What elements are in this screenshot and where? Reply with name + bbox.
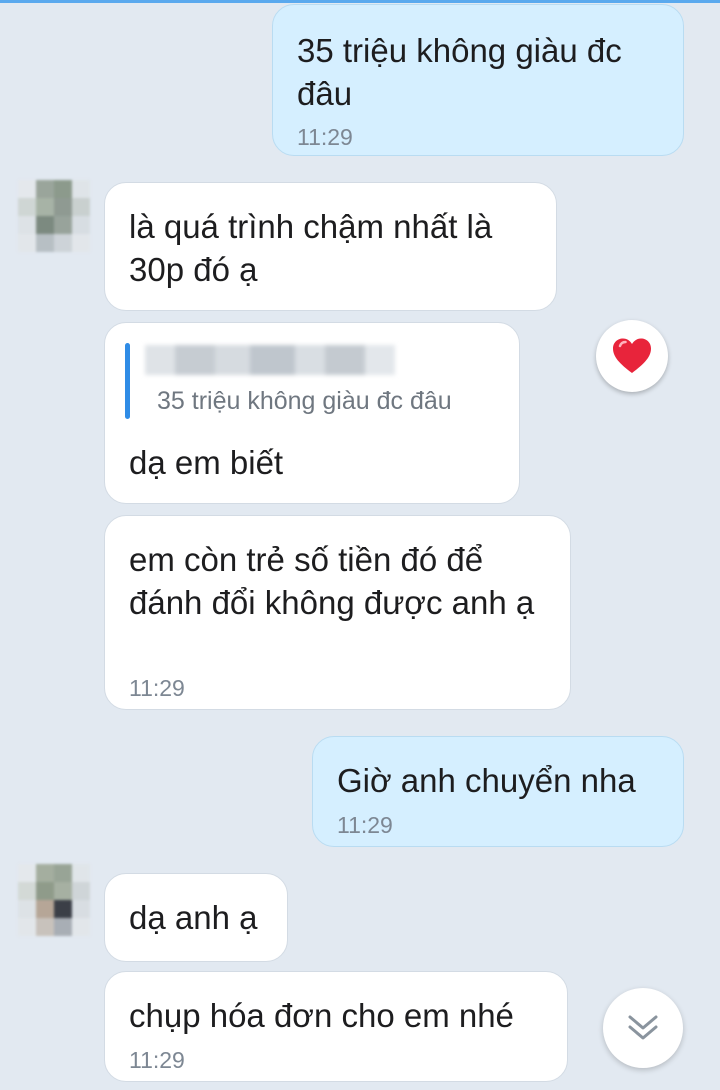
scroll-to-bottom-button[interactable] — [603, 988, 683, 1068]
message-time: 11:29 — [337, 812, 393, 838]
quote-accent-bar — [125, 343, 130, 419]
contact-avatar[interactable] — [18, 864, 90, 936]
reaction-button[interactable] — [596, 320, 668, 392]
message-text: dạ em biết — [129, 444, 284, 481]
message-time: 11:29 — [129, 675, 185, 701]
message-text: dạ anh ạ — [129, 899, 258, 936]
message-bubble-outgoing[interactable]: 35 triệu không giàu đc đâu 11:29 — [272, 4, 684, 156]
message-text: Giờ anh chuyển nha — [337, 762, 636, 799]
message-bubble-incoming[interactable]: là quá trình chậm nhất là 30p đó ạ — [104, 182, 557, 311]
message-time: 11:29 — [129, 1047, 185, 1073]
message-text: chụp hóa đơn cho em nhé — [129, 997, 514, 1034]
contact-avatar[interactable] — [18, 180, 90, 252]
message-bubble-incoming[interactable]: dạ anh ạ — [104, 873, 288, 962]
top-accent-line — [0, 0, 720, 3]
quoted-text: 35 triệu không giàu đc đâu — [157, 387, 452, 415]
message-bubble-outgoing[interactable]: Giờ anh chuyển nha 11:29 — [312, 736, 684, 847]
message-text: 35 triệu không giàu đc đâu — [297, 32, 622, 112]
heart-icon — [613, 338, 651, 373]
message-text: là quá trình chậm nhất là 30p đó ạ — [129, 208, 493, 288]
message-bubble-reply[interactable]: 35 triệu không giàu đc đâu dạ em biết — [104, 322, 520, 504]
message-time: 11:29 — [297, 124, 353, 150]
quoted-sender-name-redacted — [145, 345, 395, 375]
message-bubble-incoming[interactable]: em còn trẻ số tiền đó để đánh đổi không … — [104, 515, 571, 710]
message-text: em còn trẻ số tiền đó để đánh đổi không … — [129, 541, 535, 621]
double-chevron-down-icon — [628, 1015, 658, 1040]
message-bubble-incoming[interactable]: chụp hóa đơn cho em nhé 11:29 — [104, 971, 568, 1082]
quoted-message[interactable]: 35 triệu không giàu đc đâu — [125, 343, 505, 419]
